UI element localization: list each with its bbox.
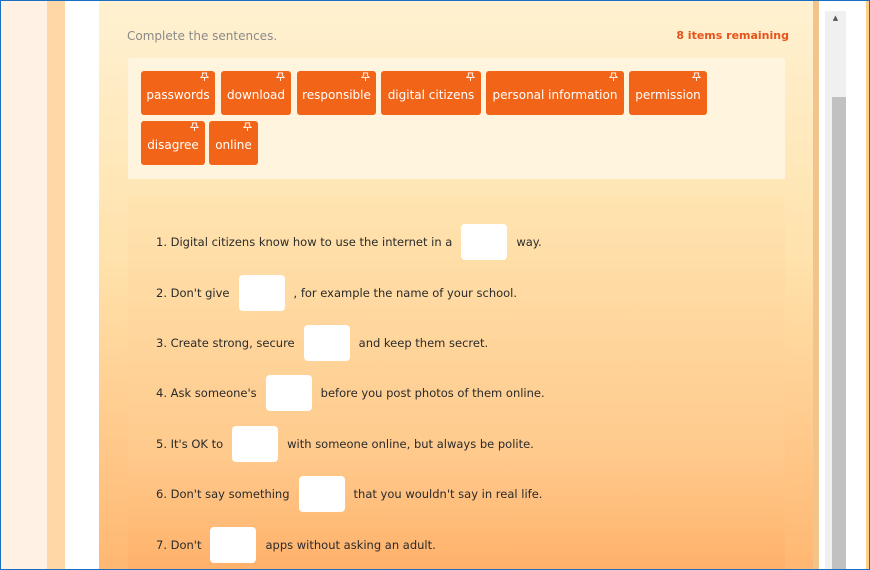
sentence-text-before: 2. Don't give [156, 286, 230, 300]
word-chip-label: responsible [302, 88, 371, 102]
answer-drop-zone[interactable] [303, 325, 350, 361]
word-chip-label: disagree [147, 138, 199, 152]
sentence-text-before: 3. Create strong, secure [156, 336, 295, 350]
vertical-scrollbar[interactable]: ▲ [825, 11, 846, 569]
word-chip-personal-information[interactable]: personal information [486, 71, 624, 115]
sentence-list: 1. Digital citizens know how to use the … [128, 197, 785, 569]
sentence-text-before: 5. It's OK to [156, 437, 224, 451]
pin-icon [276, 72, 285, 81]
sentence-text-after: and keep them secret. [358, 336, 489, 350]
pin-icon [609, 72, 618, 81]
word-chip-passwords[interactable]: passwords [141, 71, 215, 115]
sentence-text-after: with someone online, but always be polit… [287, 437, 534, 451]
pin-icon [466, 72, 475, 81]
word-chip-label: permission [635, 88, 701, 102]
pin-icon [692, 72, 701, 81]
activity-card: Complete the sentences. 8 items remainin… [99, 1, 813, 569]
answer-drop-zone[interactable] [210, 527, 257, 563]
sentence-row: 4. Ask someone's before you post photos … [156, 374, 545, 412]
word-chip-disagree[interactable]: disagree [141, 121, 205, 165]
left-accent-stripe [47, 1, 65, 569]
sentence-text-after: way. [516, 235, 542, 249]
word-chip-digital-citizens[interactable]: digital citizens [381, 71, 481, 115]
word-chip-responsible[interactable]: responsible [297, 71, 376, 115]
right-white-stripe [846, 1, 866, 569]
sentence-row: 3. Create strong, secure and keep them s… [156, 324, 488, 362]
word-chip-label: personal information [492, 88, 618, 102]
scrollbar-thumb[interactable] [832, 97, 846, 569]
browser-frame: Complete the sentences. 8 items remainin… [0, 0, 870, 570]
sentence-text-after: that you wouldn't say in real life. [353, 487, 543, 501]
pin-icon [200, 72, 209, 81]
word-chip-download[interactable]: download [221, 71, 291, 115]
word-chip-label: digital citizens [387, 88, 475, 102]
word-chip-label: online [215, 138, 252, 152]
pin-icon [243, 122, 252, 131]
instruction-text: Complete the sentences. [127, 29, 278, 43]
items-remaining-badge: 8 items remaining [676, 29, 789, 42]
answer-drop-zone[interactable] [238, 275, 285, 311]
answer-drop-zone[interactable] [461, 224, 508, 260]
pin-icon [190, 122, 199, 131]
left-bg-stripe [1, 1, 47, 569]
pin-icon [361, 72, 370, 81]
right-bg-stripe [866, 1, 869, 569]
sentence-text-after: apps without asking an adult. [265, 538, 436, 552]
answer-drop-zone[interactable] [298, 476, 345, 512]
sentence-text-after: , for example the name of your school. [293, 286, 518, 300]
word-chip-permission[interactable]: permission [629, 71, 707, 115]
word-chip-online[interactable]: online [209, 121, 258, 165]
answer-drop-zone[interactable] [265, 375, 312, 411]
word-bank: passwords download responsible digital c… [128, 58, 785, 179]
sentence-row: 2. Don't give , for example the name of … [156, 274, 517, 312]
sentence-row: 5. It's OK to with someone online, but a… [156, 425, 534, 463]
sentence-text-after: before you post photos of them online. [320, 386, 545, 400]
answer-drop-zone[interactable] [232, 426, 279, 462]
sentence-row: 7. Don't apps without asking an adult. [156, 526, 436, 564]
sentence-text-before: 1. Digital citizens know how to use the … [156, 235, 453, 249]
sentence-text-before: 7. Don't [156, 538, 202, 552]
word-chip-label: passwords [146, 88, 210, 102]
sentence-text-before: 4. Ask someone's [156, 386, 257, 400]
sentence-row: 1. Digital citizens know how to use the … [156, 223, 542, 261]
word-chip-label: download [226, 88, 286, 102]
scroll-up-arrow-icon[interactable]: ▲ [825, 11, 846, 25]
left-white-stripe [65, 1, 99, 569]
sentence-row: 6. Don't say something that you wouldn't… [156, 475, 542, 513]
right-accent-stripe [813, 1, 819, 569]
sentence-text-before: 6. Don't say something [156, 487, 290, 501]
